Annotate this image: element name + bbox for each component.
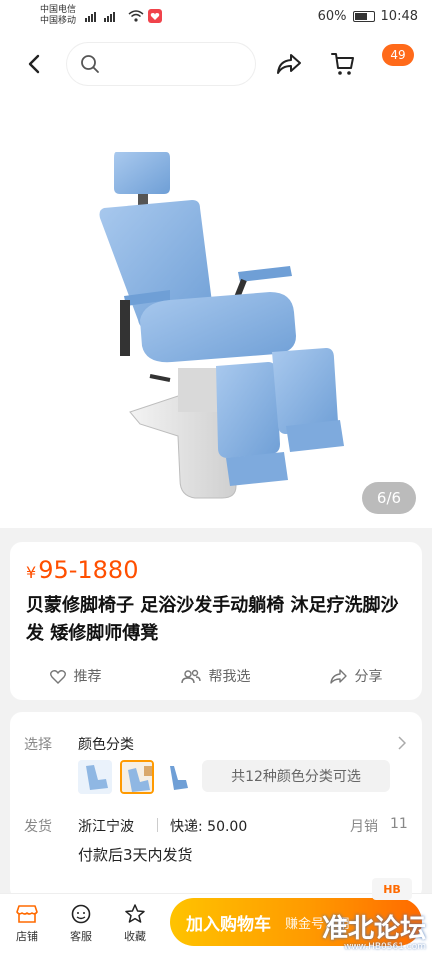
chair-thumb-icon — [122, 762, 152, 792]
search-box[interactable] — [66, 42, 256, 86]
currency-symbol: ¥ — [26, 563, 37, 582]
battery-percent: 60% — [317, 8, 347, 24]
chevron-left-icon — [28, 54, 40, 74]
price: ¥95-1880 — [26, 554, 138, 589]
health-app-icon — [148, 9, 163, 23]
product-gallery[interactable]: 6/6 — [0, 96, 432, 528]
chat-icon — [71, 904, 91, 924]
cart-count-badge: 49 — [382, 44, 414, 66]
cart-icon — [331, 53, 354, 75]
chevron-right-icon[interactable] — [398, 736, 406, 750]
search-icon — [81, 55, 99, 73]
heart-icon — [49, 669, 66, 684]
share-label: 分享 — [354, 669, 383, 685]
ship-from: 浙江宁波 — [78, 819, 134, 835]
color-category-selector[interactable]: 颜色分类 — [78, 734, 134, 754]
tab-store[interactable]: 店铺 — [5, 904, 49, 944]
store-icon — [16, 905, 38, 923]
overlay-text: 赚金号：用 — [285, 916, 351, 932]
monthly-sales-count: 11 — [390, 816, 408, 832]
screen: 中国电信 中国移动 60% 10:48 49 6/6 ¥95-1880 贝蒙修脚… — [0, 0, 432, 960]
share-arrow-icon — [277, 54, 301, 74]
share-button[interactable] — [274, 49, 304, 79]
wifi-icon — [128, 10, 144, 22]
search-input[interactable] — [108, 56, 238, 72]
battery-icon — [352, 10, 375, 22]
product-title: 贝蒙修脚椅子 足浴沙发手动躺椅 沐足疗洗脚沙发 矮修脚师傅凳 — [26, 595, 399, 644]
signal-icon — [85, 12, 116, 22]
price-card: ¥95-1880 贝蒙修脚椅子 足浴沙发手动躺椅 沐足疗洗脚沙发 矮修脚师傅凳 … — [10, 542, 422, 700]
action-row: 推荐 帮我选 分享 — [10, 662, 422, 690]
select-label: 选择 — [24, 737, 52, 753]
help-me-choose-label: 帮我选 — [208, 669, 251, 685]
tab-favorite[interactable]: 收藏 — [113, 904, 157, 944]
bottom-bar: 店铺 客服 收藏 加入购物车 赚金号：用 — [0, 893, 432, 960]
share-action-button[interactable]: 分享 — [329, 666, 383, 686]
express-fee: 快递: 50.00 — [170, 819, 248, 835]
clock: 10:48 — [380, 8, 418, 24]
signal-icons — [84, 9, 163, 23]
gallery-counter: 6/6 — [362, 482, 416, 514]
variants-count-chip[interactable]: 共12种颜色分类可选 — [202, 760, 390, 792]
recommend-button[interactable]: 推荐 — [49, 666, 102, 686]
top-nav: 49 — [0, 32, 432, 96]
star-icon — [125, 904, 145, 923]
carrier-2: 中国移动 — [40, 16, 77, 26]
tab-store-label: 店铺 — [16, 930, 38, 943]
add-to-cart-label: 加入购物车 — [186, 914, 271, 935]
cart-button[interactable] — [328, 49, 358, 79]
monthly-sales-label: 月销 — [350, 819, 378, 835]
add-to-cart-button[interactable]: 加入购物车 赚金号：用 — [170, 898, 422, 946]
people-icon — [180, 669, 201, 683]
chair-thumb-icon — [170, 766, 188, 790]
tab-service[interactable]: 客服 — [59, 904, 103, 944]
variant-thumb-3[interactable] — [160, 760, 194, 794]
ship-time: 付款后3天内发货 — [78, 846, 193, 864]
recommend-label: 推荐 — [73, 669, 102, 685]
share-icon — [329, 668, 347, 684]
chair-thumb-icon — [78, 760, 112, 794]
tab-service-label: 客服 — [70, 930, 92, 943]
carrier-block: 中国电信 中国移动 — [40, 5, 76, 27]
back-button[interactable] — [20, 50, 48, 78]
tab-favorite-label: 收藏 — [124, 930, 146, 943]
variant-thumb-2-selected[interactable] — [120, 760, 154, 794]
help-me-choose-button[interactable]: 帮我选 — [180, 666, 251, 686]
status-bar: 中国电信 中国移动 60% 10:48 — [0, 0, 432, 32]
ship-label: 发货 — [24, 819, 52, 835]
carrier-1: 中国电信 — [40, 5, 77, 15]
variant-thumb-1[interactable] — [78, 760, 112, 794]
spec-card: 选择 颜色分类 共12种颜色分类可选 发货 浙江宁波 快递: 50.00 月销 … — [10, 712, 422, 900]
divider — [157, 818, 158, 832]
status-right: 60% 10:48 — [318, 9, 418, 24]
price-value: 95-1880 — [38, 556, 139, 584]
chair-image — [99, 152, 344, 499]
